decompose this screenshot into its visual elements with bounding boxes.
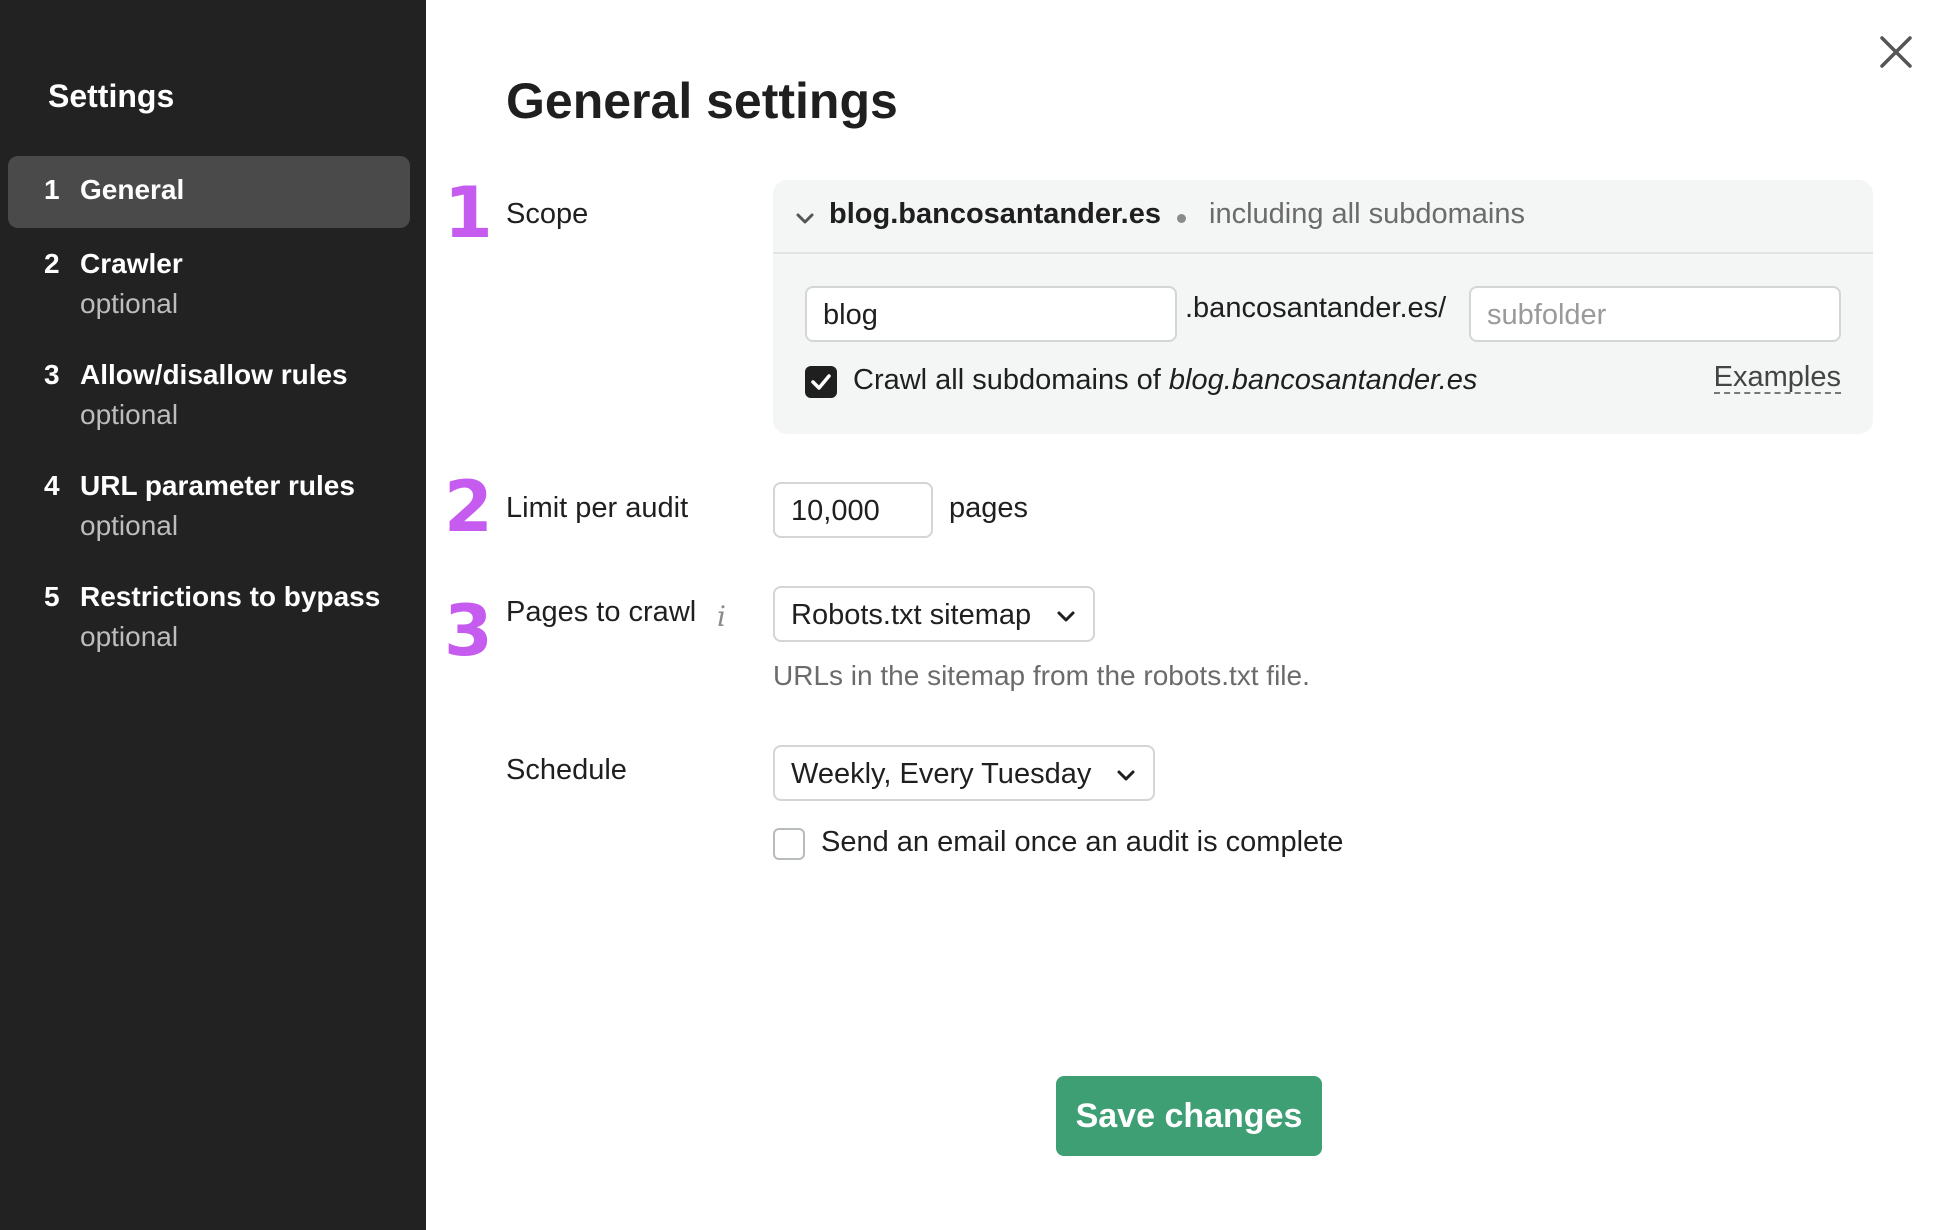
sidebar-item-optional: optional (80, 399, 179, 430)
limit-unit: pages (949, 492, 1029, 524)
pages-to-crawl-value: Robots.txt sitemap (791, 599, 1032, 631)
pages-to-crawl-select[interactable]: Robots.txt sitemap (773, 586, 1095, 642)
pages-to-crawl-hint: URLs in the sitemap from the robots.txt … (773, 660, 1310, 691)
sidebar-item-crawler[interactable]: 2 Crawler optional (8, 248, 410, 328)
send-email-label: Send an email once an audit is complete (821, 826, 1344, 858)
step-number-3: 3 (444, 590, 493, 672)
send-email-checkbox[interactable] (773, 828, 805, 860)
chevron-down-icon (1117, 770, 1135, 781)
crawl-all-prefix: Crawl all subdomains of (853, 364, 1169, 396)
schedule-label: Schedule (506, 754, 627, 786)
pages-to-crawl-label: Pages to crawl (506, 596, 697, 628)
scope-header[interactable]: blog.bancosantander.es including all sub… (773, 180, 1873, 254)
sidebar-item-general[interactable]: 1 General (8, 156, 410, 228)
chevron-down-icon[interactable] (793, 206, 817, 230)
settings-sidebar: Settings 1 General 2 Crawler optional 3 … (0, 0, 426, 1230)
limit-input[interactable]: 10,000 (773, 482, 933, 538)
crawl-all-subdomains-checkbox[interactable] (805, 366, 837, 398)
sidebar-item-optional: optional (80, 288, 179, 319)
step-number-1: 1 (444, 172, 493, 254)
sidebar-item-allow-disallow-rules[interactable]: 3 Allow/disallow rules optional (8, 359, 410, 439)
root-domain-text: .bancosantander.es/ (1185, 292, 1447, 324)
step-number-2: 2 (444, 466, 493, 548)
schedule-select[interactable]: Weekly, Every Tuesday (773, 745, 1155, 801)
sidebar-title: Settings (48, 78, 175, 114)
examples-link[interactable]: Examples (1713, 362, 1841, 394)
scope-subdomains-note: including all subdomains (1209, 198, 1525, 230)
separator-dot (1177, 214, 1186, 223)
sidebar-item-label: Allow/disallow rules (80, 359, 348, 390)
close-icon[interactable] (1876, 32, 1916, 72)
sidebar-item-optional: optional (80, 510, 179, 541)
sidebar-item-number: 3 (44, 359, 60, 390)
limit-label: Limit per audit (506, 492, 689, 524)
schedule-value: Weekly, Every Tuesday (791, 758, 1092, 790)
sidebar-item-number: 5 (44, 581, 60, 612)
checkmark-icon (811, 374, 831, 390)
scope-domain: blog.bancosantander.es (829, 198, 1161, 230)
sidebar-item-number: 2 (44, 248, 60, 279)
sidebar-item-label: URL parameter rules (80, 470, 355, 501)
sidebar-item-number: 1 (44, 174, 60, 205)
scope-panel: blog.bancosantander.es including all sub… (773, 180, 1873, 434)
sidebar-item-number: 4 (44, 470, 60, 501)
sidebar-item-label: Restrictions to bypass (80, 581, 381, 612)
sidebar-item-label: Crawler (80, 248, 183, 279)
subfolder-input[interactable]: subfolder (1469, 286, 1841, 342)
subdomain-input[interactable]: blog (805, 286, 1177, 342)
sidebar-item-label: General (80, 174, 185, 205)
save-changes-button[interactable]: Save changes (1056, 1076, 1322, 1156)
scope-label: Scope (506, 198, 589, 230)
crawl-all-subdomains-label: Crawl all subdomains of blog.bancosantan… (853, 364, 1477, 397)
chevron-down-icon (1057, 611, 1075, 622)
sidebar-item-url-parameter-rules[interactable]: 4 URL parameter rules optional (8, 470, 410, 550)
info-icon[interactable]: i (717, 600, 726, 633)
sidebar-item-restrictions-to-bypass[interactable]: 5 Restrictions to bypass optional (8, 581, 410, 661)
crawl-all-domain: blog.bancosantander.es (1168, 364, 1478, 396)
page-title: General settings (506, 73, 898, 129)
sidebar-item-optional: optional (80, 621, 179, 652)
